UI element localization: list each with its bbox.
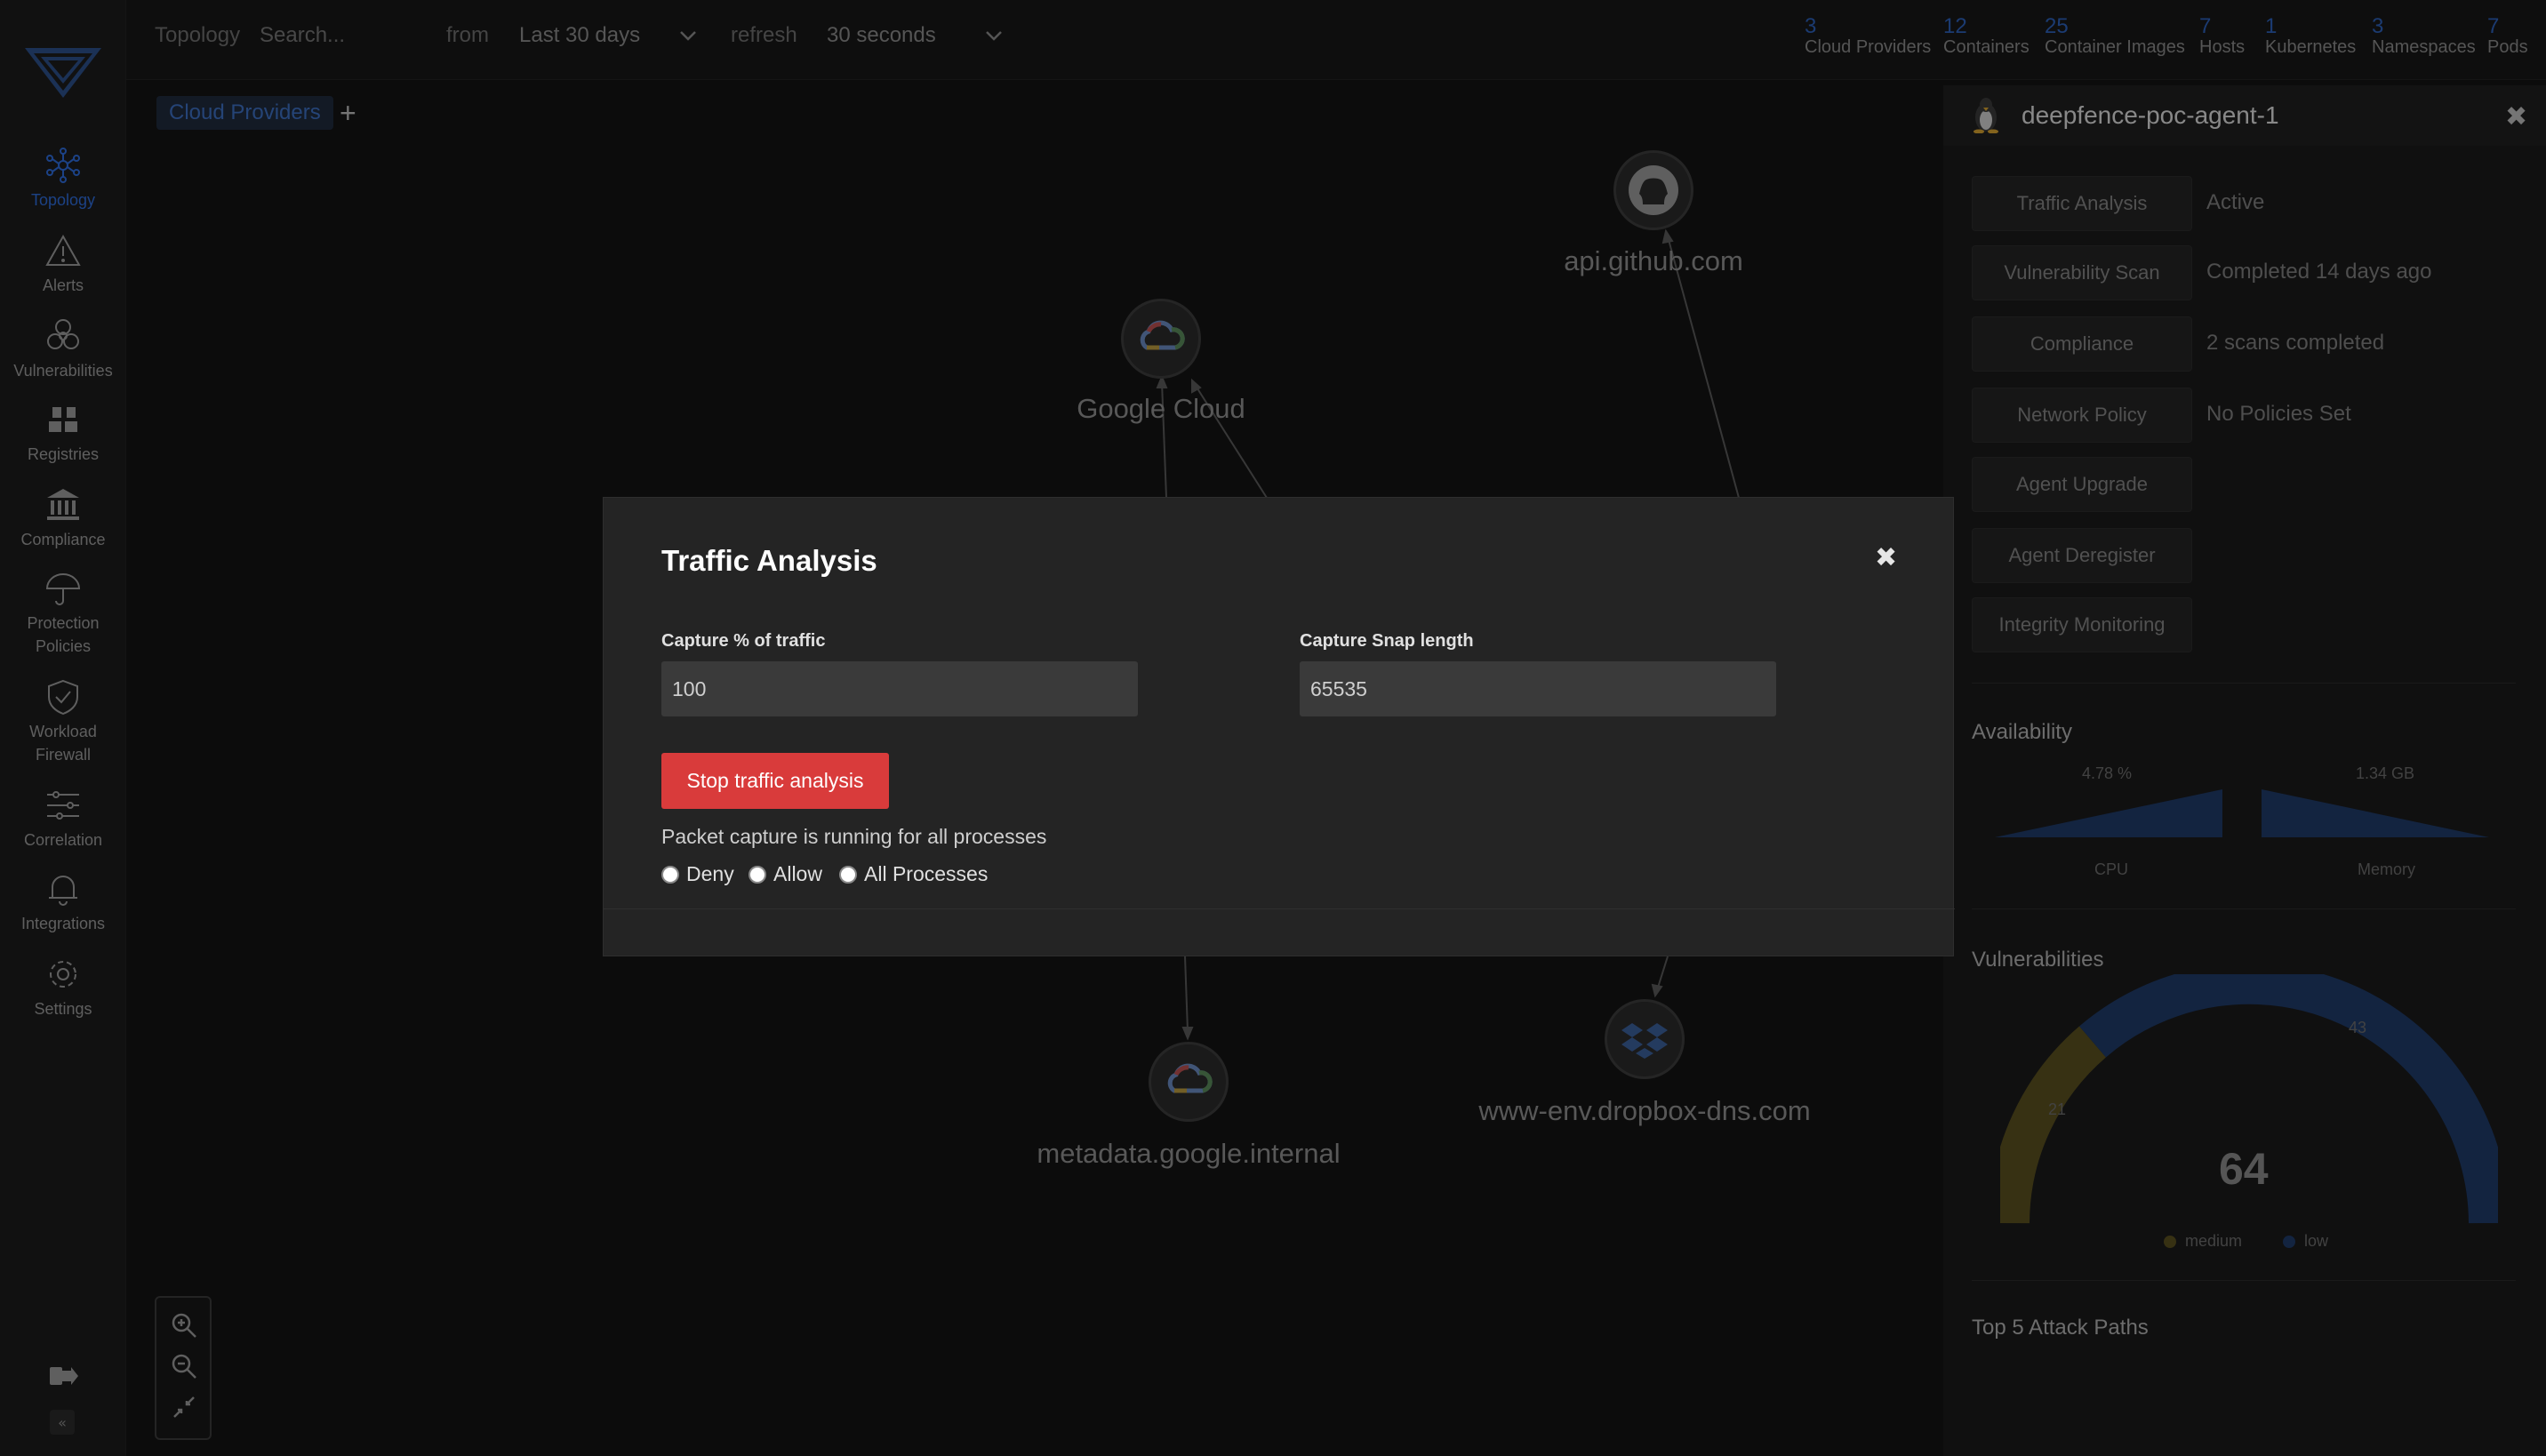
capture-pct-input[interactable] <box>661 661 1138 716</box>
capture-status-text: Packet capture is running for all proces… <box>661 825 1047 848</box>
stop-traffic-analysis-button[interactable]: Stop traffic analysis <box>661 753 889 809</box>
radio-deny[interactable]: Deny <box>661 862 734 886</box>
radio-all-processes[interactable]: All Processes <box>839 862 988 886</box>
radio-allow[interactable]: Allow <box>749 862 822 886</box>
modal-title: Traffic Analysis <box>661 544 877 577</box>
radio-button[interactable] <box>749 865 766 884</box>
snap-length-label: Capture Snap length <box>1300 631 1474 651</box>
app-root: Topology Alerts Vulnerabilities Registri… <box>0 0 2546 1456</box>
snap-length-input[interactable] <box>1300 661 1776 716</box>
traffic-analysis-modal: Traffic Analysis ✖ Capture % of traffic … <box>603 497 1955 956</box>
radio-button[interactable] <box>661 865 679 884</box>
capture-pct-label: Capture % of traffic <box>661 631 826 651</box>
close-modal-button[interactable]: ✖ <box>1875 542 1897 573</box>
radio-button[interactable] <box>839 865 857 884</box>
divider <box>604 908 1955 909</box>
